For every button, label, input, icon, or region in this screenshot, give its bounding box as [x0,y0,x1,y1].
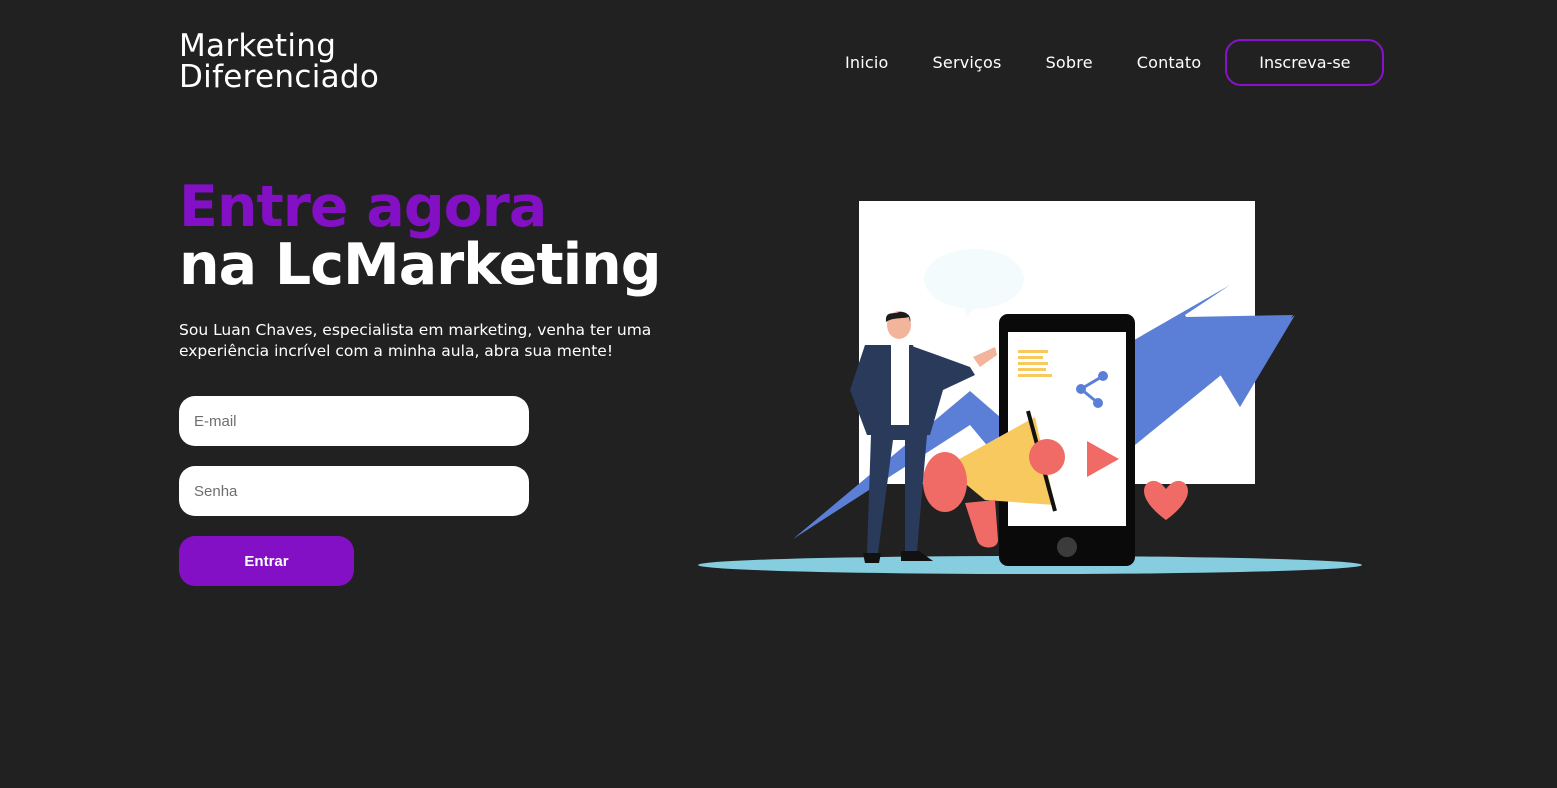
nav-link-sobre[interactable]: Sobre [1046,53,1093,72]
email-field[interactable] [179,396,529,446]
hero-subtitle: Sou Luan Chaves, especialista em marketi… [179,321,652,360]
hero-title-accent: Entre agora [179,174,547,240]
marketing-illustration-icon [698,201,1362,574]
logo[interactable]: Marketing Diferenciado [179,31,379,93]
nav-link-servicos[interactable]: Serviços [933,53,1002,72]
hero-title-main: na LcMarketing [179,232,661,298]
logo-line-1: Marketing [179,28,337,64]
logo-line-2: Diferenciado [179,59,380,95]
hero-title: Entre agora na LcMarketing [179,178,661,294]
password-field[interactable] [179,466,529,516]
nav-link-inicio[interactable]: Inicio [845,53,889,72]
signup-button[interactable]: Inscreva-se [1225,39,1385,86]
submit-button[interactable]: Entrar [179,536,354,586]
main-nav: Inicio Serviços Sobre Contato Inscreva-s… [845,39,1385,86]
nav-link-contato[interactable]: Contato [1137,53,1202,72]
